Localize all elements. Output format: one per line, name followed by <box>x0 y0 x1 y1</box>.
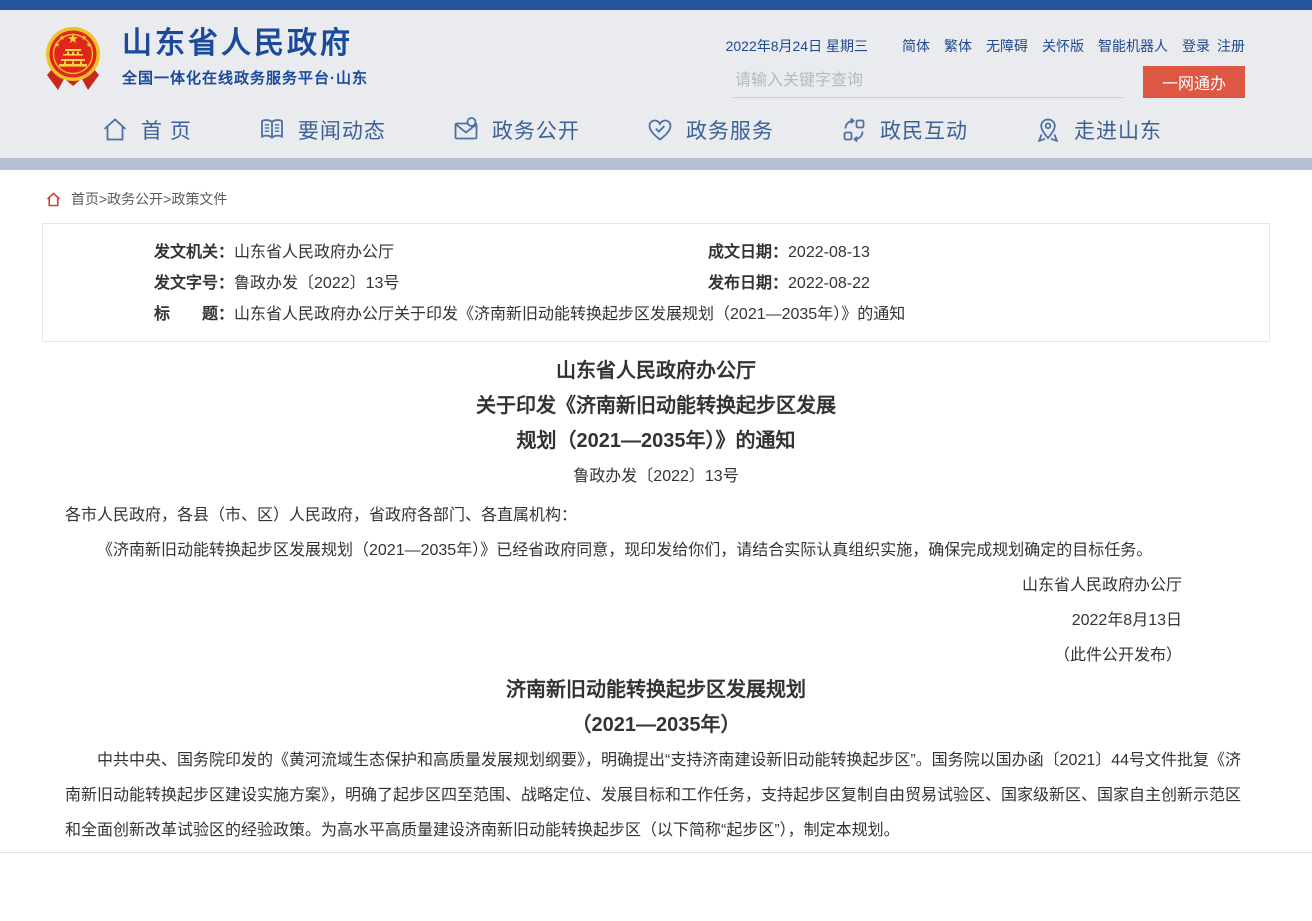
nav-label: 要闻动态 <box>298 115 386 145</box>
search-area: 一网通办 <box>733 66 1245 98</box>
site-title: 山东省人民政府 <box>122 28 368 60</box>
national-emblem: ★ ★ ★ ★ ★ <box>40 22 106 92</box>
document-number: 鲁政办发〔2022〕13号 <box>65 459 1247 494</box>
meta-label: 发布日期： <box>708 268 788 299</box>
meta-label: 成文日期： <box>708 237 788 268</box>
nav-item-about-shandong[interactable]: 走进山东 <box>1033 115 1162 145</box>
heart-icon <box>645 115 675 145</box>
nav-label: 政务服务 <box>686 115 774 145</box>
svg-text:★: ★ <box>67 31 79 46</box>
signature-block: 山东省人民政府办公厅 2022年8月13日 （此件公开发布） <box>65 568 1247 673</box>
main-navigation: 首 页 要闻动态 政务公开 政务服务 <box>0 102 1312 158</box>
svg-text:★: ★ <box>59 34 65 42</box>
meta-value: 2022-08-22 <box>788 268 870 299</box>
svg-text:★: ★ <box>54 41 60 49</box>
current-date: 2022年8月24日 星期三 <box>726 36 868 56</box>
svg-text:★: ★ <box>81 34 87 42</box>
salutation: 各市人民政府，各县（市、区）人民政府，省政府各部门、各直属机构： <box>65 498 1247 533</box>
nav-item-interaction[interactable]: 政民互动 <box>839 115 968 145</box>
plan-title-line-1: 济南新旧动能转换起步区发展规划 <box>65 673 1247 708</box>
top-utility-links: 2022年8月24日 星期三 简体 繁体 无障碍 关怀版 智能机器人 登录 注册 <box>726 36 1245 56</box>
envelope-search-icon <box>451 115 481 145</box>
meta-row: 发文字号： 鲁政办发〔2022〕13号 发布日期： 2022-08-22 <box>43 268 1269 299</box>
document-body: 山东省人民政府办公厅 关于印发《济南新旧动能转换起步区发展 规划（2021—20… <box>0 342 1312 848</box>
sign-date: 2022年8月13日 <box>65 603 1182 638</box>
meta-title: 标 题： 山东省人民政府办公厅关于印发《济南新旧动能转换起步区发展规划（2021… <box>154 299 935 330</box>
document-meta-box: 发文机关： 山东省人民政府办公厅 成文日期： 2022-08-13 发文字号： … <box>42 223 1270 342</box>
nav-item-gov-services[interactable]: 政务服务 <box>645 115 774 145</box>
meta-row: 标 题： 山东省人民政府办公厅关于印发《济南新旧动能转换起步区发展规划（2021… <box>43 299 1269 330</box>
document-title-line-1: 山东省人民政府办公厅 <box>65 354 1247 389</box>
meta-label: 发文字号： <box>154 268 234 299</box>
search-button[interactable]: 一网通办 <box>1143 66 1245 98</box>
paragraph: 《济南新旧动能转换起步区发展规划（2021—2035年）》已经省政府同意，现印发… <box>65 533 1247 568</box>
meta-written-date: 成文日期： 2022-08-13 <box>708 237 870 268</box>
public-release-note: （此件公开发布） <box>65 638 1182 673</box>
news-book-icon <box>257 115 287 145</box>
search-input[interactable] <box>733 68 1123 98</box>
meta-value: 2022-08-13 <box>788 237 870 268</box>
nav-item-gov-info[interactable]: 政务公开 <box>451 115 580 145</box>
meta-issuing-org: 发文机关： 山东省人民政府办公厅 <box>154 237 708 268</box>
interaction-arrows-icon <box>839 115 869 145</box>
link-care-version[interactable]: 关怀版 <box>1042 36 1084 56</box>
link-smart-robot[interactable]: 智能机器人 <box>1098 36 1168 56</box>
meta-doc-number: 发文字号： 鲁政办发〔2022〕13号 <box>154 268 708 299</box>
site-header: ★ ★ ★ ★ ★ 山东省人民政府 全国一体化在线政务服务平台·山东 2022年… <box>0 10 1312 102</box>
nav-label: 政民互动 <box>880 115 968 145</box>
meta-label: 标 题： <box>154 299 234 330</box>
nav-label: 走进山东 <box>1074 115 1162 145</box>
link-traditional-chinese[interactable]: 繁体 <box>944 36 972 56</box>
map-pin-icon <box>1033 115 1063 145</box>
top-accent-bar <box>0 0 1312 10</box>
home-icon <box>100 115 130 145</box>
link-simplified-chinese[interactable]: 简体 <box>902 36 930 56</box>
breadcrumb-path[interactable]: 首页>政务公开>政策文件 <box>71 189 227 209</box>
signer: 山东省人民政府办公厅 <box>65 568 1182 603</box>
nav-item-home[interactable]: 首 页 <box>100 115 192 145</box>
breadcrumb: 首页>政务公开>政策文件 <box>0 170 1312 223</box>
plan-title-line-2: （2021—2035年） <box>65 708 1247 743</box>
breadcrumb-home-icon <box>45 191 62 208</box>
meta-row: 发文机关： 山东省人民政府办公厅 成文日期： 2022-08-13 <box>43 237 1269 268</box>
document-title-line-2: 关于印发《济南新旧动能转换起步区发展 <box>65 389 1247 424</box>
paragraph: 中共中央、国务院印发的《黄河流域生态保护和高质量发展规划纲要》，明确提出“支持济… <box>65 743 1247 848</box>
meta-label: 发文机关： <box>154 237 234 268</box>
meta-value: 山东省人民政府办公厅关于印发《济南新旧动能转换起步区发展规划（2021—2035… <box>234 299 905 330</box>
nav-item-news[interactable]: 要闻动态 <box>257 115 386 145</box>
meta-value: 鲁政办发〔2022〕13号 <box>234 268 399 299</box>
site-brand: 山东省人民政府 全国一体化在线政务服务平台·山东 <box>122 10 368 88</box>
page-bottom-divider <box>0 852 1312 858</box>
meta-publish-date: 发布日期： 2022-08-22 <box>708 268 870 299</box>
header-right: 2022年8月24日 星期三 简体 繁体 无障碍 关怀版 智能机器人 登录 注册… <box>726 10 1245 98</box>
meta-value: 山东省人民政府办公厅 <box>234 237 394 268</box>
site-subtitle: 全国一体化在线政务服务平台·山东 <box>122 67 368 88</box>
link-accessibility[interactable]: 无障碍 <box>986 36 1028 56</box>
link-login[interactable]: 登录 <box>1182 36 1210 56</box>
svg-text:★: ★ <box>86 41 92 49</box>
nav-label: 首 页 <box>141 115 192 145</box>
divider-band <box>0 158 1312 170</box>
document-title-line-3: 规划（2021—2035年）》的通知 <box>65 424 1247 459</box>
nav-label: 政务公开 <box>492 115 580 145</box>
link-register[interactable]: 注册 <box>1217 36 1245 56</box>
